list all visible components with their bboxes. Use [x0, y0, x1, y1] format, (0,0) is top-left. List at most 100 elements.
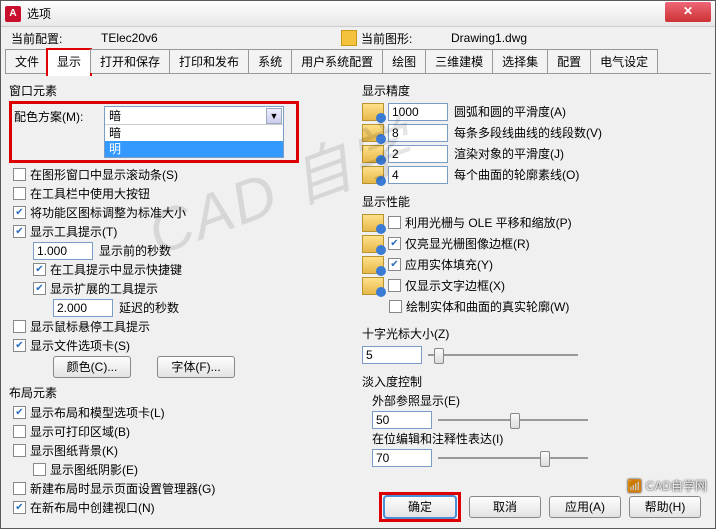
colors-button[interactable]: 颜色(C)...	[53, 356, 131, 378]
cb-layout-tabs-label: 显示布局和模型选项卡(L)	[30, 404, 165, 421]
cb-layout-tabs[interactable]	[13, 406, 26, 419]
ext-delay-label: 延迟的秒数	[119, 299, 179, 316]
cb-ext-tooltip-label: 显示扩展的工具提示	[50, 280, 158, 297]
cb-raster-frame-label: 仅亮显光栅图像边框(R)	[405, 235, 530, 252]
tab-8[interactable]: 选择集	[492, 49, 548, 73]
tab-3[interactable]: 打印和发布	[169, 49, 249, 73]
dropdown-arrow-icon[interactable]: ▼	[266, 108, 282, 124]
cb-solid-fill-label: 应用实体填充(Y)	[405, 256, 493, 273]
cb-pan-raster[interactable]	[388, 216, 401, 229]
inplace-fade-input[interactable]: 70	[372, 449, 432, 467]
performance-icon	[362, 256, 384, 274]
cb-raster-frame[interactable]	[388, 237, 401, 250]
display-precision-title: 显示精度	[362, 82, 707, 99]
cb-paper-shadow[interactable]	[33, 463, 46, 476]
cb-shortcut[interactable]	[33, 263, 46, 276]
polyline-seg-label: 每条多段线曲线的线段数(V)	[454, 124, 602, 141]
tab-content: 窗口元素 配色方案(M): 暗 ▼ 暗 明 在图形窗口中显示滚动条(S) 在工具…	[1, 74, 715, 517]
current-profile-value: TElec20v6	[101, 31, 341, 45]
crosshair-input[interactable]: 5	[362, 346, 422, 364]
inplace-fade-slider[interactable]	[438, 449, 588, 467]
layout-elements-title: 布局元素	[9, 384, 354, 401]
crosshair-title: 十字光标大小(Z)	[362, 325, 707, 342]
current-drawing-value: Drawing1.dwg	[451, 31, 527, 45]
display-performance-title: 显示性能	[362, 193, 707, 210]
surface-lines-input[interactable]: 4	[388, 166, 448, 184]
dialog-buttons: 确定 取消 应用(A) 帮助(H)	[379, 492, 701, 522]
color-scheme-label: 配色方案(M):	[14, 106, 104, 125]
current-drawing-label: 当前图形:	[361, 30, 451, 47]
cb-ribbon-std[interactable]	[13, 206, 26, 219]
window-elements-title: 窗口元素	[9, 82, 354, 99]
tab-10[interactable]: 电气设定	[590, 49, 658, 73]
cb-big-buttons-label: 在工具栏中使用大按钮	[30, 185, 150, 202]
cb-paper-shadow-label: 显示图纸阴影(E)	[50, 461, 138, 478]
cb-tooltip[interactable]	[13, 225, 26, 238]
help-button[interactable]: 帮助(H)	[629, 496, 701, 518]
tab-7[interactable]: 三维建模	[425, 49, 493, 73]
ok-button[interactable]: 确定	[384, 496, 456, 518]
performance-icon	[362, 235, 384, 253]
tab-0[interactable]: 文件	[5, 49, 49, 73]
tab-6[interactable]: 绘图	[382, 49, 426, 73]
cb-big-buttons[interactable]	[13, 187, 26, 200]
cb-scrollbar[interactable]	[13, 168, 26, 181]
close-button[interactable]: ✕	[665, 2, 711, 22]
cb-file-tabs-label: 显示文件选项卡(S)	[30, 337, 130, 354]
options-dialog: A 选项 ✕ 当前配置: TElec20v6 当前图形: Drawing1.dw…	[0, 0, 716, 529]
tab-2[interactable]: 打开和保存	[90, 49, 170, 73]
color-scheme-select[interactable]: 暗 ▼ 暗 明	[104, 106, 284, 158]
current-profile-label: 当前配置:	[11, 30, 101, 47]
cb-solid-fill[interactable]	[388, 258, 401, 271]
cancel-button[interactable]: 取消	[469, 496, 541, 518]
render-smooth-input[interactable]: 2	[388, 145, 448, 163]
cb-hover-tooltip[interactable]	[13, 320, 26, 333]
precision-icon	[362, 145, 384, 163]
cb-new-layout-mgr[interactable]	[13, 482, 26, 495]
cb-shortcut-label: 在工具提示中显示快捷键	[50, 261, 182, 278]
color-scheme-row: 配色方案(M): 暗 ▼ 暗 明	[9, 101, 299, 163]
arc-smooth-label: 圆弧和圆的平滑度(A)	[454, 103, 566, 120]
cb-ext-tooltip[interactable]	[33, 282, 46, 295]
cb-silhouette[interactable]	[389, 300, 402, 313]
cb-text-frame[interactable]	[388, 279, 401, 292]
cb-printable-area-label: 显示可打印区域(B)	[30, 423, 130, 440]
cb-new-layout-mgr-label: 新建布局时显示页面设置管理器(G)	[30, 480, 215, 497]
apply-button[interactable]: 应用(A)	[549, 496, 621, 518]
color-scheme-option-dark[interactable]: 暗	[105, 125, 283, 141]
precision-icon	[362, 103, 384, 121]
fonts-button[interactable]: 字体(F)...	[157, 356, 235, 378]
render-smooth-label: 渲染对象的平滑度(J)	[454, 145, 564, 162]
fade-control-title: 淡入度控制	[362, 373, 707, 390]
xref-fade-slider[interactable]	[438, 411, 588, 429]
color-scheme-option-light[interactable]: 明	[105, 141, 283, 157]
arc-smooth-input[interactable]: 1000	[388, 103, 448, 121]
polyline-seg-input[interactable]: 8	[388, 124, 448, 142]
cb-tooltip-label: 显示工具提示(T)	[30, 223, 117, 240]
cb-silhouette-label: 绘制实体和曲面的真实轮廓(W)	[406, 298, 569, 315]
cb-create-viewport-label: 在新布局中创建视口(N)	[30, 499, 155, 516]
cb-paper-bg[interactable]	[13, 444, 26, 457]
cb-scrollbar-label: 在图形窗口中显示滚动条(S)	[30, 166, 178, 183]
corner-watermark: 📶 CAD自学网	[627, 477, 707, 494]
ok-highlight: 确定	[379, 492, 461, 522]
cb-file-tabs[interactable]	[13, 339, 26, 352]
tab-9[interactable]: 配置	[547, 49, 591, 73]
titlebar: A 选项 ✕	[1, 1, 715, 27]
cb-create-viewport[interactable]	[13, 501, 26, 514]
left-column: 窗口元素 配色方案(M): 暗 ▼ 暗 明 在图形窗口中显示滚动条(S) 在工具…	[9, 78, 354, 517]
color-scheme-selected[interactable]: 暗	[105, 107, 283, 125]
surface-lines-label: 每个曲面的轮廓素线(O)	[454, 166, 579, 183]
tab-4[interactable]: 系统	[248, 49, 292, 73]
crosshair-slider[interactable]	[428, 346, 578, 364]
tab-5[interactable]: 用户系统配置	[291, 49, 383, 73]
xref-fade-label: 外部参照显示(E)	[372, 392, 707, 409]
cb-hover-tooltip-label: 显示鼠标悬停工具提示	[30, 318, 150, 335]
tab-1[interactable]: 显示	[46, 48, 92, 76]
cb-pan-raster-label: 利用光栅与 OLE 平移和缩放(P)	[405, 214, 572, 231]
cb-printable-area[interactable]	[13, 425, 26, 438]
ext-delay-input[interactable]: 2.000	[53, 299, 113, 317]
config-row: 当前配置: TElec20v6 当前图形: Drawing1.dwg	[1, 27, 715, 49]
tooltip-delay-input[interactable]: 1.000	[33, 242, 93, 260]
xref-fade-input[interactable]: 50	[372, 411, 432, 429]
